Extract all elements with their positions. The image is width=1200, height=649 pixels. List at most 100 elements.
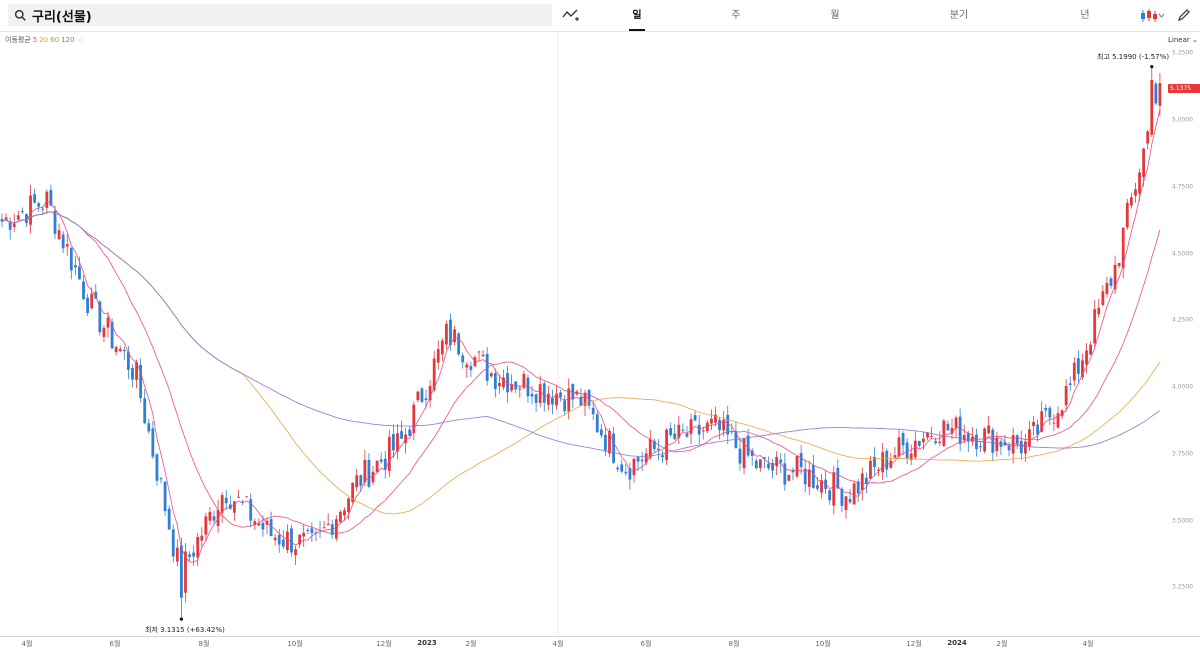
candle-body	[445, 323, 448, 345]
candle-body	[339, 511, 342, 522]
ma60-line	[1, 211, 1161, 515]
candle-body	[530, 393, 534, 397]
candle-body	[179, 545, 183, 598]
candle-body	[53, 210, 57, 234]
candle-body	[661, 455, 664, 458]
candle-body	[1052, 422, 1056, 424]
candle-body	[1125, 202, 1129, 228]
tab-quarter[interactable]: 분기	[939, 0, 979, 31]
candle-body	[302, 532, 306, 537]
candle-body	[1032, 421, 1035, 427]
candle-body	[1117, 263, 1121, 267]
candle-body	[783, 463, 787, 485]
candle-body	[775, 457, 779, 467]
y-tick: 5.0000	[1172, 116, 1193, 124]
candle-body	[546, 393, 550, 405]
candle-body	[701, 430, 705, 432]
candle-body	[934, 441, 938, 444]
candle-body	[159, 477, 163, 480]
chart-type-icon[interactable]	[562, 7, 580, 23]
candle-body	[897, 437, 901, 457]
candle-body	[991, 429, 995, 453]
candle-body	[604, 434, 607, 451]
candle-body	[930, 435, 933, 437]
scale-toggle[interactable]: Linear ⌄	[1168, 36, 1198, 44]
candle-body	[1076, 358, 1080, 374]
y-tick: 3.2500	[1172, 583, 1193, 591]
x-tick: 12월	[376, 640, 392, 648]
candle-body	[78, 266, 81, 280]
candle-body	[1146, 131, 1150, 144]
x-tick: 2월	[996, 640, 1008, 648]
candle-body	[192, 552, 196, 557]
y-tick: 4.7500	[1172, 183, 1193, 191]
candle-body	[551, 397, 554, 405]
candle-body	[599, 429, 603, 436]
candle-body	[143, 398, 147, 424]
candle-body	[534, 394, 538, 403]
candle-body	[322, 527, 326, 529]
candle-body	[424, 398, 428, 400]
candle-body	[697, 424, 701, 435]
candle-body	[200, 535, 204, 541]
candle-body	[82, 281, 85, 300]
x-tick-year: 2023	[417, 639, 437, 647]
candle-body	[114, 347, 118, 353]
candle-body	[171, 529, 175, 557]
candle-body	[1048, 407, 1052, 418]
candle-body	[420, 388, 424, 403]
candle-body	[795, 455, 799, 477]
candle-body	[844, 496, 848, 510]
candle-body	[595, 414, 599, 433]
candle-body	[913, 440, 917, 458]
candle-body	[885, 450, 889, 470]
candle-body	[481, 354, 485, 357]
x-tick: 10월	[287, 640, 303, 648]
tab-week[interactable]: 주	[716, 0, 756, 31]
candle-style-button[interactable]	[1140, 8, 1166, 23]
symbol-search[interactable]: 구리(선물)	[8, 4, 552, 26]
candle-body	[758, 459, 762, 468]
candle-body	[1015, 435, 1019, 444]
tab-day[interactable]: 일	[617, 0, 657, 31]
x-tick: 6월	[640, 640, 652, 648]
candle-body	[559, 392, 562, 397]
candle-body	[155, 454, 159, 481]
candle-body	[65, 244, 69, 247]
scale-label: Linear	[1168, 36, 1190, 44]
candle-body	[387, 436, 391, 471]
candle-body	[73, 265, 77, 268]
candle-body	[1068, 383, 1072, 385]
candle-body	[987, 425, 991, 434]
candle-body	[29, 195, 32, 225]
candle-body	[208, 511, 212, 521]
pencil-icon[interactable]	[1176, 7, 1192, 23]
candle-body	[286, 531, 289, 551]
candle-body	[371, 471, 375, 483]
x-tick: 2월	[465, 640, 477, 648]
candle-body	[669, 428, 673, 436]
candlestick-chart	[0, 32, 1162, 636]
candle-body	[922, 438, 925, 443]
candle-body	[163, 481, 167, 512]
tab-year[interactable]: 년	[1065, 0, 1105, 31]
price-chart[interactable]	[0, 32, 1200, 636]
candle-body	[90, 293, 94, 309]
candle-body	[563, 400, 567, 412]
candle-body	[436, 349, 440, 363]
y-tick: 4.5000	[1172, 250, 1193, 258]
tab-month[interactable]: 월	[815, 0, 855, 31]
y-tick: 5.2500	[1172, 49, 1193, 57]
candle-body	[640, 459, 644, 462]
candle-body	[367, 459, 371, 487]
top-toolbar: 구리(선물) 일 주 월 분기 년	[0, 0, 1200, 32]
candle-body	[326, 523, 330, 525]
candle-body	[1142, 148, 1146, 177]
candle-body	[917, 440, 921, 446]
candle-body	[869, 460, 872, 479]
candle-body	[624, 471, 628, 474]
candle-body	[261, 522, 265, 530]
high-annotation: 최고 5.1990 (-1.57%)	[1097, 53, 1170, 61]
candle-body	[710, 418, 713, 424]
candle-body	[294, 549, 297, 556]
